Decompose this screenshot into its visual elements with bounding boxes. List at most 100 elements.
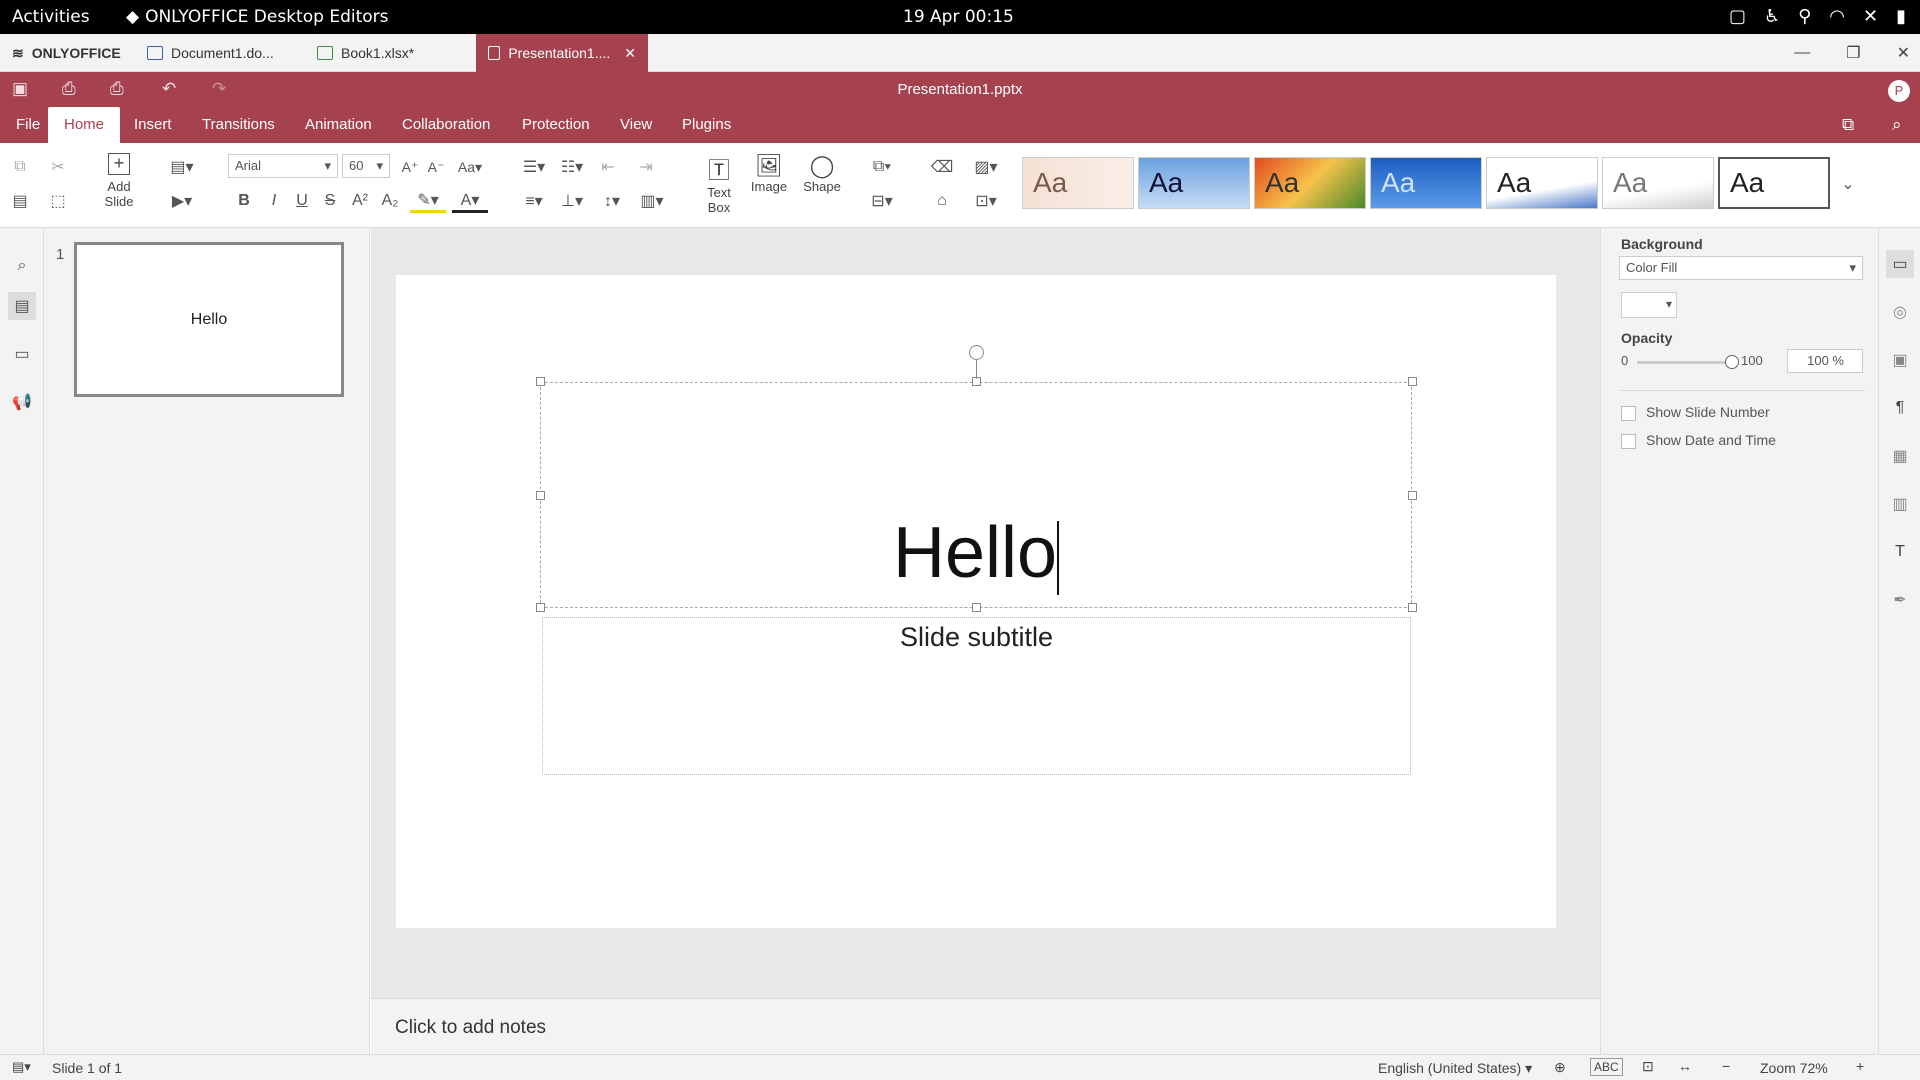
resize-handle[interactable]	[536, 603, 545, 612]
menu-animation[interactable]: Animation	[289, 107, 388, 143]
battery-icon[interactable]: ▮	[1896, 6, 1906, 27]
increase-font-icon[interactable]: A⁺	[398, 155, 422, 179]
align-center-icon[interactable]: ≡▾	[518, 189, 550, 213]
zoom-out-icon[interactable]: −	[1722, 1058, 1730, 1074]
copy-icon[interactable]: ⧉	[8, 155, 32, 179]
language-select[interactable]: English (United States) ▾	[1378, 1060, 1532, 1077]
opacity-value-input[interactable]: 100 %	[1787, 349, 1863, 373]
highlight-color-icon[interactable]: ✎▾	[410, 189, 446, 213]
menu-transitions[interactable]: Transitions	[186, 107, 291, 143]
bold-icon[interactable]: B	[232, 189, 256, 213]
clipboard-icon[interactable]: ▢	[1729, 6, 1746, 27]
minimize-icon[interactable]: —	[1794, 44, 1810, 62]
fit-slide-icon[interactable]: ⊡	[1642, 1058, 1654, 1075]
shape-button[interactable]: ◯ Shape	[798, 153, 846, 219]
start-slideshow-icon[interactable]: ▶▾	[164, 189, 200, 213]
decrease-font-icon[interactable]: A⁻	[424, 155, 448, 179]
signature-settings-icon[interactable]: ✒	[1886, 586, 1914, 614]
resize-handle[interactable]	[1408, 603, 1417, 612]
menu-protection[interactable]: Protection	[506, 107, 606, 143]
image-settings-icon[interactable]: ▣	[1886, 346, 1914, 374]
change-color-scheme-icon[interactable]: ▨▾	[968, 155, 1004, 179]
app-menu[interactable]: ◆ ONLYOFFICE Desktop Editors	[126, 7, 389, 27]
clock[interactable]: 19 Apr 00:15	[903, 7, 1014, 27]
resize-handle[interactable]	[1408, 377, 1417, 386]
rotate-handle-icon[interactable]	[969, 345, 984, 360]
italic-icon[interactable]: I	[262, 189, 286, 213]
activities-button[interactable]: Activities	[12, 7, 90, 27]
copy-style-icon[interactable]: ⌂	[930, 189, 954, 213]
underline-icon[interactable]: U	[290, 189, 314, 213]
theme-basic[interactable]: Aa	[1138, 157, 1250, 209]
vertical-align-icon[interactable]: ⊥▾	[556, 189, 588, 213]
bullets-icon[interactable]: ☰▾	[518, 155, 550, 179]
resize-handle[interactable]	[1408, 491, 1417, 500]
theme-blank[interactable]: Aa	[1022, 157, 1134, 209]
subtitle-placeholder[interactable]: Slide subtitle	[542, 617, 1411, 775]
slides-icon[interactable]: ▤	[8, 292, 36, 320]
paste-icon[interactable]: ▤	[8, 189, 32, 213]
menu-insert[interactable]: Insert	[118, 107, 188, 143]
theme-classic[interactable]: Aa	[1254, 157, 1366, 209]
image-button[interactable]: 🖼 Image	[748, 153, 790, 219]
theme-office[interactable]: Aa	[1602, 157, 1714, 209]
add-slide-button[interactable]: + Add Slide	[96, 153, 142, 217]
open-file-location-icon[interactable]: ⧉	[1842, 115, 1854, 135]
comments-icon[interactable]: ▭	[8, 340, 36, 368]
opacity-slider-thumb[interactable]	[1725, 355, 1739, 369]
opacity-slider-track[interactable]	[1637, 361, 1731, 364]
theme-lines[interactable]: Aa	[1486, 157, 1598, 209]
decrease-indent-icon[interactable]: ⇤	[596, 155, 620, 179]
menu-view[interactable]: View	[604, 107, 668, 143]
theme-dotted[interactable]: Aa	[1370, 157, 1482, 209]
resize-handle[interactable]	[536, 491, 545, 500]
user-avatar[interactable]: P	[1888, 80, 1910, 102]
align-shape-icon[interactable]: ⊟▾	[864, 189, 900, 213]
change-case-icon[interactable]: Aa▾	[452, 155, 488, 179]
globe-icon[interactable]: ⊕	[1554, 1059, 1566, 1076]
slide-thumbnail[interactable]: Hello	[74, 242, 344, 397]
arrange-icon[interactable]: ⧉▾	[864, 155, 900, 179]
strikethrough-icon[interactable]: S	[318, 189, 342, 213]
font-name-combo[interactable]: Arial ▾	[228, 154, 338, 178]
checkbox[interactable]	[1621, 405, 1636, 421]
title-placeholder[interactable]: Hello	[540, 382, 1412, 608]
menu-plugins[interactable]: Plugins	[666, 107, 747, 143]
theme-safari[interactable]: Aa	[1718, 157, 1830, 209]
resize-handle[interactable]	[536, 377, 545, 386]
resize-handle[interactable]	[972, 603, 981, 612]
slide-layout-icon[interactable]: ▤▾	[164, 155, 200, 179]
increase-indent-icon[interactable]: ⇥	[634, 155, 658, 179]
show-slide-number-checkbox[interactable]: Show Slide Number	[1621, 404, 1770, 421]
restore-icon[interactable]: ❐	[1846, 43, 1860, 63]
table-settings-icon[interactable]: ▦	[1886, 442, 1914, 470]
checkbox[interactable]	[1621, 433, 1636, 449]
volume-muted-icon[interactable]: ✕	[1863, 6, 1878, 27]
clear-style-icon[interactable]: ⌫	[930, 155, 954, 179]
tab-presentation[interactable]: Presentation1.... ✕	[476, 34, 648, 72]
slide-title[interactable]: Hello	[541, 513, 1411, 595]
zoom-level[interactable]: Zoom 72%	[1760, 1060, 1828, 1076]
wifi-icon[interactable]: ◠	[1829, 6, 1845, 27]
menu-home[interactable]: Home	[48, 107, 121, 143]
paragraph-settings-icon[interactable]: ¶	[1886, 394, 1914, 422]
fill-type-select[interactable]: Color Fill ▾	[1619, 256, 1863, 280]
chart-settings-icon[interactable]: ▥	[1886, 490, 1914, 518]
accessibility-icon[interactable]: ♿	[1764, 6, 1780, 27]
slide-subtitle[interactable]: Slide subtitle	[543, 622, 1410, 653]
search-icon[interactable]: ⌕	[1892, 115, 1902, 135]
search-icon[interactable]: ⌕	[8, 252, 36, 280]
color-picker[interactable]: ▾	[1621, 292, 1677, 318]
tab-document[interactable]: Document1.do...	[135, 34, 305, 72]
system-tray[interactable]: ▢ ♿ ⚲ ◠ ✕ ▮	[1729, 6, 1906, 27]
text-box-button[interactable]: 🅃 Text Box	[696, 153, 742, 219]
select-all-icon[interactable]: ⬚	[46, 189, 70, 213]
zoom-in-icon[interactable]: +	[1856, 1058, 1864, 1074]
numbering-icon[interactable]: ☷▾	[556, 155, 588, 179]
tab-spreadsheet[interactable]: Book1.xlsx*	[305, 34, 475, 72]
slide-size-icon[interactable]: ⊡▾	[968, 189, 1004, 213]
close-tab-icon[interactable]: ✕	[624, 45, 636, 62]
close-window-icon[interactable]: ✕	[1897, 43, 1910, 63]
columns-icon[interactable]: ▥▾	[636, 189, 668, 213]
theme-more-chevron-icon[interactable]: ⌄	[1834, 170, 1862, 198]
